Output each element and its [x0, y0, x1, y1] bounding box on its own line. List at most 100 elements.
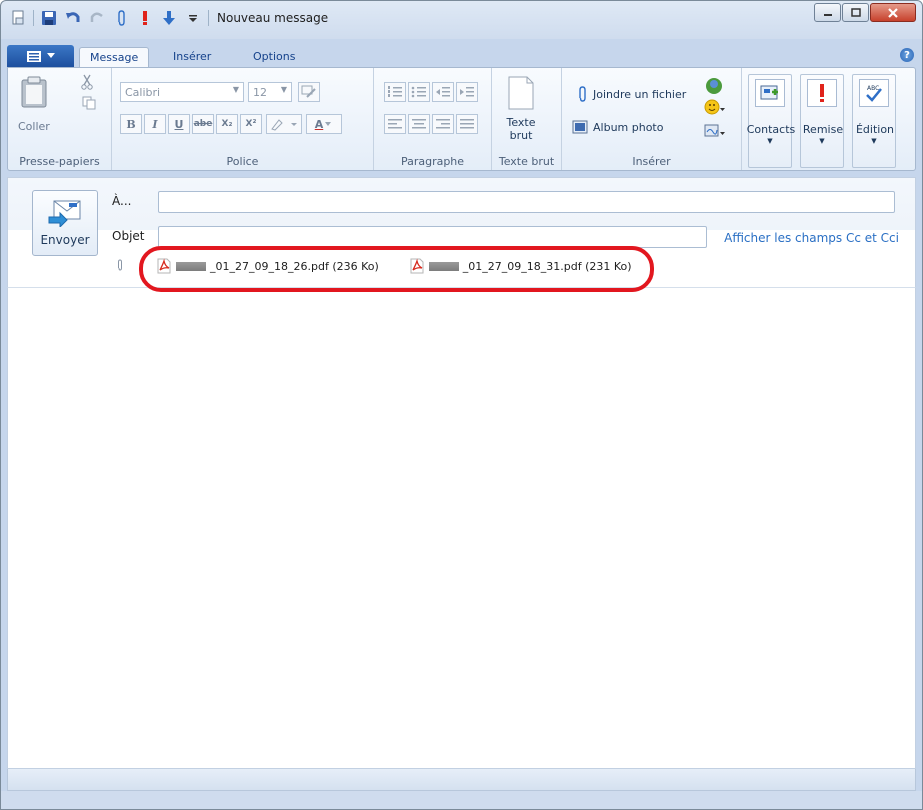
customize-qat-icon[interactable]	[184, 9, 202, 27]
decrease-indent-button[interactable]	[432, 82, 454, 102]
group-clipboard: Coller Presse-papiers	[8, 68, 112, 170]
window-controls	[814, 3, 916, 22]
align-left-button[interactable]	[384, 114, 406, 134]
photo-album-button[interactable]: Album photo	[572, 120, 663, 134]
font-size-combo[interactable]: 12 ▼	[248, 82, 292, 102]
copy-button[interactable]	[82, 96, 96, 110]
send-mail-icon	[48, 200, 81, 227]
group-label-clipboard: Presse-papiers	[19, 155, 100, 168]
chevron-down-icon	[46, 53, 55, 58]
remise-label: Remise	[802, 123, 844, 136]
remise-button[interactable]: Remise ▼	[800, 74, 844, 168]
font-color-label: A	[314, 117, 324, 131]
bullet-list-button[interactable]	[408, 82, 430, 102]
paste-label: Coller	[18, 120, 50, 133]
tab-options[interactable]: Options	[243, 47, 305, 68]
attach-file-button[interactable]: Joindre un fichier	[576, 86, 686, 102]
document-icon[interactable]	[9, 9, 27, 27]
justify-button[interactable]	[456, 114, 478, 134]
group-insert: Joindre un fichier Album photo Insérer	[562, 68, 742, 170]
highlight-color-button[interactable]	[266, 114, 302, 134]
world-button[interactable]	[704, 76, 724, 96]
undo-icon[interactable]	[64, 9, 82, 27]
bullet-list-icon	[411, 86, 426, 98]
close-button[interactable]	[870, 3, 916, 22]
group-plain-text: Texte brut Texte brut	[492, 68, 562, 170]
numbered-list-button[interactable]	[384, 82, 406, 102]
paperclip-icon	[579, 86, 586, 102]
photo-album-icon	[572, 120, 588, 134]
ribbon: Coller Presse-papiers Calibri ▼ 12 ▼ B I…	[7, 67, 916, 171]
qat-separator	[33, 10, 34, 26]
chevron-down-icon: ▼	[819, 137, 825, 145]
font-style-icon	[301, 85, 316, 98]
emoticon-button[interactable]	[704, 98, 726, 116]
contacts-label: Contacts	[746, 123, 796, 136]
status-bar	[7, 769, 916, 791]
arrow-down-icon[interactable]	[160, 9, 178, 27]
strikethrough-button[interactable]: abe	[192, 114, 214, 134]
numbered-list-icon	[388, 86, 402, 97]
scissors-icon	[81, 74, 93, 90]
subject-field[interactable]	[158, 226, 707, 248]
font-family-combo[interactable]: Calibri ▼	[120, 82, 244, 102]
cut-button[interactable]	[80, 74, 94, 90]
plain-text-label-1: Texte	[506, 116, 536, 129]
grow-font-button[interactable]	[298, 82, 320, 102]
save-icon[interactable]	[40, 9, 58, 27]
copy-icon	[82, 96, 96, 110]
tab-inserer[interactable]: Insérer	[163, 47, 221, 68]
align-right-icon	[436, 119, 450, 129]
group-font: Calibri ▼ 12 ▼ B I U abe X₂ X² A Police	[112, 68, 374, 170]
underline-button[interactable]: U	[168, 114, 190, 134]
paperclip-icon	[116, 258, 124, 274]
show-cc-bcc-link[interactable]: Afficher les champs Cc et Cci	[724, 231, 899, 245]
maximize-button[interactable]	[842, 3, 869, 22]
align-right-button[interactable]	[432, 114, 454, 134]
align-left-icon	[388, 119, 402, 129]
group-label-font: Police	[226, 155, 259, 168]
subscript-button[interactable]: X₂	[216, 114, 238, 134]
chevron-down-icon: ▼	[232, 85, 239, 94]
plain-text-icon	[508, 76, 534, 110]
to-label[interactable]: À...	[112, 194, 131, 208]
ribbon-tabs: Message Insérer Options ?	[7, 45, 916, 68]
font-family-value: Calibri	[125, 85, 161, 99]
to-field[interactable]	[158, 191, 895, 213]
paste-button[interactable]: Coller	[18, 76, 50, 133]
chevron-down-icon: ▼	[280, 85, 287, 94]
send-button[interactable]: Envoyer	[32, 190, 98, 256]
priority-icon	[807, 79, 837, 107]
priority-icon[interactable]	[136, 9, 154, 27]
subject-label: Objet	[112, 229, 145, 243]
edition-button[interactable]: ABC Édition ▼	[852, 74, 896, 168]
help-icon[interactable]: ?	[900, 48, 914, 62]
align-center-button[interactable]	[408, 114, 430, 134]
signature-button[interactable]	[704, 122, 726, 140]
attach-file-label: Joindre un fichier	[593, 87, 687, 101]
chevron-down-icon	[325, 122, 332, 126]
message-body[interactable]	[7, 287, 916, 769]
title-bar: Nouveau message	[1, 1, 922, 37]
tab-message[interactable]: Message	[79, 47, 150, 68]
decrease-indent-icon	[436, 87, 450, 97]
minimize-button[interactable]	[814, 3, 841, 22]
italic-button[interactable]: I	[144, 114, 166, 134]
app-menu-button[interactable]	[7, 45, 74, 67]
paperclip-icon[interactable]	[112, 9, 130, 27]
window-title: Nouveau message	[217, 11, 329, 25]
group-label-paragraph: Paragraphe	[400, 155, 465, 168]
plain-text-button[interactable]: Texte brut	[506, 76, 536, 142]
superscript-button[interactable]: X²	[240, 114, 262, 134]
clipboard-icon	[21, 76, 47, 108]
photo-album-label: Album photo	[593, 120, 664, 134]
redo-icon[interactable]	[88, 9, 106, 27]
edition-label: Édition	[855, 123, 895, 136]
attachments-highlight-outline	[139, 246, 654, 292]
bold-button[interactable]: B	[120, 114, 142, 134]
group-paragraph: Paragraphe	[374, 68, 492, 170]
send-label: Envoyer	[40, 233, 90, 247]
increase-indent-button[interactable]	[456, 82, 478, 102]
font-color-button[interactable]: A	[306, 114, 342, 134]
contacts-button[interactable]: Contacts ▼	[747, 74, 795, 168]
